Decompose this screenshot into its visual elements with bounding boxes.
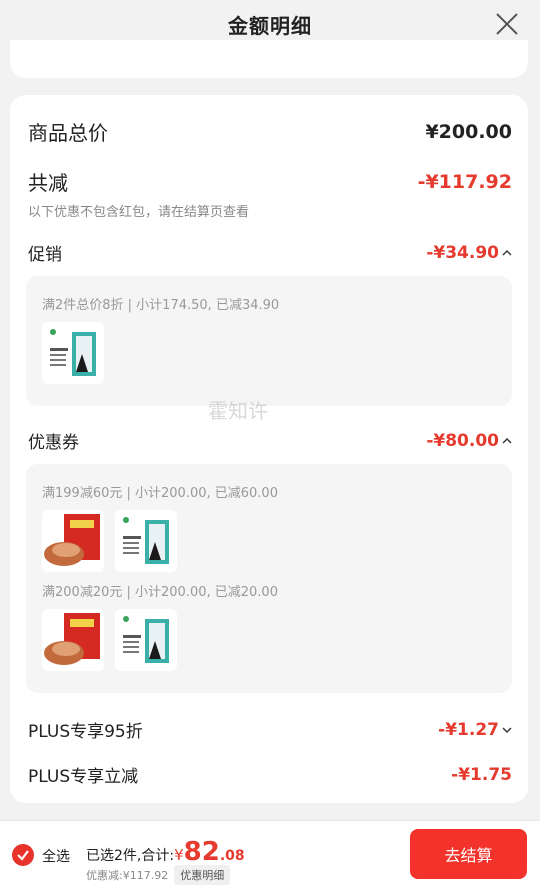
coupon-rule-2: 满200减20元 | 小计200.00, 已减20.00	[42, 585, 278, 600]
coupon-row[interactable]: 优惠券 -¥80.00	[28, 428, 512, 453]
plus-reduce-value: -¥1.75	[451, 764, 512, 785]
meat-package-image	[42, 609, 104, 671]
selected-count-text: 已选2件,合计:	[86, 848, 175, 864]
rice-bag-image	[121, 516, 171, 566]
plus-reduce-label: PLUS专享立减	[28, 767, 139, 787]
total-value: ¥200.00	[425, 120, 512, 143]
currency-symbol: ¥	[174, 846, 184, 864]
coupon-value: -¥80.00	[426, 430, 499, 451]
checkout-bar: 全选 已选2件,合计: ¥ 82 .08 优惠减:¥117.92 优惠明细 去结…	[0, 820, 540, 888]
meat-package-image	[42, 510, 104, 572]
total-row: 商品总价 ¥200.00	[28, 117, 512, 146]
total-summary: 已选2件,合计: ¥ 82 .08	[86, 837, 245, 867]
discount-detail-button[interactable]: 优惠明细	[174, 865, 231, 885]
watermark: 霍知许	[208, 399, 268, 423]
rice-bag-image	[48, 328, 98, 378]
plus-discount-value-wrap: -¥1.27	[438, 720, 512, 740]
select-all-checkbox[interactable]	[12, 844, 34, 866]
price-decimal: .08	[219, 848, 245, 864]
promo-detail-box: 满2件总价8折 | 小计174.50, 已减34.90	[26, 276, 512, 406]
discount-summary: 优惠减:¥117.92 优惠明细	[86, 865, 231, 885]
coupon-detail-box: 满199减60元 | 小计200.00, 已减60.00 满200减20元 | …	[26, 464, 512, 693]
promo-rule: 满2件总价8折 | 小计174.50, 已减34.90	[42, 298, 280, 313]
chevron-up-icon[interactable]	[502, 248, 512, 258]
plus-reduce-row: PLUS专享立减 -¥1.75	[28, 762, 512, 788]
product-thumb-meat[interactable]	[42, 510, 104, 572]
product-thumb-rice[interactable]	[115, 510, 177, 572]
reduce-note: 以下优惠不包含红包，请在结算页查看	[28, 205, 250, 220]
previous-card-edge	[10, 40, 528, 78]
reduce-row: 共减 -¥117.92	[28, 167, 512, 196]
coupon-rule-1: 满199减60元 | 小计200.00, 已减60.00	[42, 486, 278, 501]
reduce-value: -¥117.92	[417, 170, 512, 193]
select-all-label[interactable]: 全选	[42, 846, 70, 866]
close-icon[interactable]	[494, 11, 520, 37]
promo-value: -¥34.90	[426, 242, 499, 263]
promo-row[interactable]: 促销 -¥34.90	[28, 240, 512, 265]
chevron-up-icon[interactable]	[502, 436, 512, 446]
product-thumb-rice[interactable]	[115, 609, 177, 671]
reduce-label: 共减	[28, 171, 68, 195]
plus-discount-value: -¥1.27	[438, 719, 499, 740]
coupon-value-wrap: -¥80.00	[426, 431, 512, 451]
checkout-button[interactable]: 去结算	[410, 829, 527, 879]
chevron-down-icon[interactable]	[502, 725, 512, 735]
price-integer: 82	[183, 837, 220, 867]
amount-detail-card: 商品总价 ¥200.00 共减 -¥117.92 以下优惠不包含红包，请在结算页…	[10, 95, 528, 803]
promo-value-wrap: -¥34.90	[426, 243, 512, 263]
plus-discount-label: PLUS专享95折	[28, 722, 143, 742]
discount-text: 优惠减:¥117.92	[86, 869, 169, 882]
check-icon	[17, 850, 29, 861]
rice-bag-image	[121, 615, 171, 665]
plus-discount-row[interactable]: PLUS专享95折 -¥1.27	[28, 717, 512, 742]
promo-label: 促销	[28, 245, 62, 265]
page-title: 金额明细	[228, 14, 312, 38]
product-thumb-rice[interactable]	[42, 322, 104, 384]
total-label: 商品总价	[28, 121, 108, 145]
product-thumb-meat[interactable]	[42, 609, 104, 671]
coupon-label: 优惠券	[28, 433, 79, 453]
